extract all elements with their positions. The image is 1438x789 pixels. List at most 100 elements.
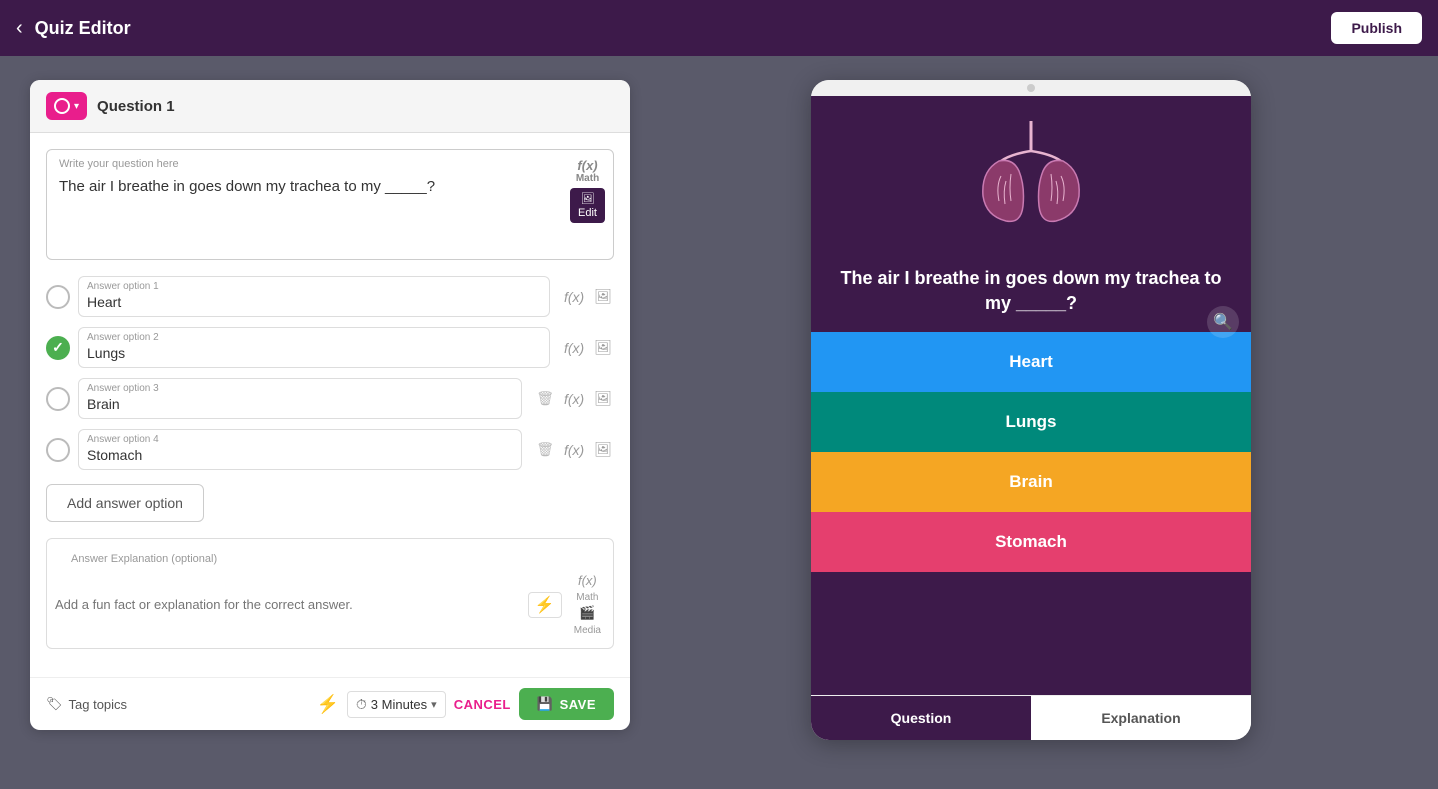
lungs-illustration — [971, 116, 1091, 236]
answer-options-list: Answer option 1 f(x) 🖼 Answer option 2 — [46, 276, 614, 470]
answer-option-3-label: Answer option 3 — [79, 379, 521, 394]
image-icon: 🖼 — [594, 339, 612, 355]
editor-panel: ▾ Question 1 Write your question here f(… — [30, 80, 630, 730]
tablet-tabs: Question Explanation — [811, 695, 1251, 740]
math-label: Math — [576, 173, 599, 184]
editor-header: ▾ Question 1 — [30, 80, 630, 133]
preview-answer-heart[interactable]: Heart — [811, 332, 1251, 392]
fx-button-4[interactable]: f(x) — [562, 440, 586, 460]
preview-panel: 🔍 The air I breathe in goes down my trac… — [654, 80, 1408, 740]
timer-label: 3 Minutes — [371, 697, 427, 712]
question-input-actions: f(x) Math 🖼 Edit — [570, 158, 605, 223]
answer-option-1-input[interactable] — [79, 292, 549, 316]
answer-option-row: Answer option 2 f(x) 🖼 — [46, 327, 614, 368]
back-button[interactable]: ‹ — [16, 17, 23, 40]
save-icon: 💾 — [537, 696, 554, 712]
answer-option-1-wrap: Answer option 1 — [78, 276, 550, 317]
save-button[interactable]: 💾 SAVE — [519, 688, 614, 720]
tab-question[interactable]: Question — [811, 696, 1031, 740]
preview-answer-lungs[interactable]: Lungs — [811, 392, 1251, 452]
explanation-actions: f(x)Math 🎬 Media — [570, 569, 605, 640]
image-button-1[interactable]: 🖼 — [592, 286, 614, 307]
answer-option-4-label: Answer option 4 — [79, 430, 521, 445]
answer-option-2-input[interactable] — [79, 343, 549, 367]
editor-body: Write your question here f(x) Math 🖼 Edi… — [30, 133, 630, 677]
tag-topics-label: Tag topics — [69, 697, 128, 712]
tab-explanation[interactable]: Explanation — [1031, 696, 1251, 740]
header-left: ‹ Quiz Editor — [16, 17, 131, 40]
answer-option-row: Answer option 1 f(x) 🖼 — [46, 276, 614, 317]
fx-icon: f(x) — [564, 340, 584, 356]
main-content: ▾ Question 1 Write your question here f(… — [0, 56, 1438, 789]
answer-option-3-wrap: Answer option 3 — [78, 378, 522, 419]
editor-footer: 🏷 Tag topics ⚡ ⏱ 3 Minutes ▾ CANCEL 💾 SA… — [30, 677, 630, 730]
fx-button-2[interactable]: f(x) — [562, 338, 586, 358]
tablet-notch-dot — [1027, 84, 1035, 92]
chevron-down-icon: ▾ — [74, 101, 79, 112]
image-icon: 🖼 — [594, 390, 612, 406]
answer-radio-1[interactable] — [46, 285, 70, 309]
publish-button[interactable]: Publish — [1331, 12, 1422, 44]
image-icon: 🖼 — [594, 441, 612, 457]
lightning-button[interactable]: ⚡ — [528, 592, 562, 618]
math-button[interactable]: f(x) Math — [576, 158, 599, 184]
fx-icon: f(x) — [564, 289, 584, 305]
image-button-3[interactable]: 🖼 — [592, 388, 614, 409]
preview-question-text: The air I breathe in goes down my trache… — [811, 256, 1251, 332]
quiz-answers: Heart Lungs Brain Stomach — [811, 332, 1251, 572]
cancel-button[interactable]: CANCEL — [454, 697, 511, 712]
footer-left: 🏷 Tag topics — [46, 696, 127, 712]
save-label: SAVE — [560, 697, 596, 712]
answer-option-row: Answer option 4 🗑 f(x) 🖼 — [46, 429, 614, 470]
tablet-notch — [811, 80, 1251, 96]
app-header: ‹ Quiz Editor Publish — [0, 0, 1438, 56]
fx-icon: f(x) — [564, 391, 584, 407]
explanation-label: Answer Explanation (optional) — [59, 545, 229, 565]
image-icon: 🖼 — [581, 192, 595, 205]
lightning-footer-icon: ⚡ — [316, 694, 338, 715]
tag-topics-button[interactable]: 🏷 Tag topics — [46, 696, 127, 712]
timer-select[interactable]: ⏱ 3 Minutes ▾ — [347, 691, 446, 718]
quiz-card: 🔍 The air I breathe in goes down my trac… — [811, 96, 1251, 695]
fx-icon: f(x) — [576, 158, 599, 173]
answer-option-1-label: Answer option 1 — [79, 277, 549, 292]
answer-option-2-wrap: Answer option 2 — [78, 327, 550, 368]
answer-option-2-label: Answer option 2 — [79, 328, 549, 343]
answer-option-2-icons: f(x) 🖼 — [562, 337, 614, 358]
add-answer-button[interactable]: Add answer option — [46, 484, 204, 522]
media-icon: 🎬 — [579, 605, 595, 620]
edit-image-button[interactable]: 🖼 Edit — [570, 188, 605, 223]
edit-label: Edit — [578, 207, 597, 219]
answer-option-4-input[interactable] — [79, 445, 521, 469]
answer-option-row: Answer option 3 🗑 f(x) 🖼 — [46, 378, 614, 419]
media-label: Media — [574, 625, 601, 636]
answer-option-4-wrap: Answer option 4 — [78, 429, 522, 470]
explanation-body: ⚡ f(x)Math 🎬 Media — [47, 565, 613, 648]
answer-radio-2[interactable] — [46, 336, 70, 360]
answer-option-1-icons: f(x) 🖼 — [562, 286, 614, 307]
answer-option-3-icons: 🗑 f(x) 🖼 — [534, 388, 614, 409]
answer-option-3-input[interactable] — [79, 394, 521, 418]
image-button-2[interactable]: 🖼 — [592, 337, 614, 358]
delete-button-4[interactable]: 🗑 — [534, 439, 556, 460]
quiz-image-area — [811, 96, 1251, 256]
tablet-frame: 🔍 The air I breathe in goes down my trac… — [811, 80, 1251, 740]
image-button-4[interactable]: 🖼 — [592, 439, 614, 460]
answer-radio-4[interactable] — [46, 438, 70, 462]
answer-radio-3[interactable] — [46, 387, 70, 411]
zoom-button[interactable]: 🔍 — [1207, 306, 1239, 338]
explanation-media-button[interactable]: 🎬 Media — [574, 605, 601, 636]
question-type-button[interactable]: ▾ — [46, 92, 87, 120]
preview-answer-brain[interactable]: Brain — [811, 452, 1251, 512]
fx-button-1[interactable]: f(x) — [562, 287, 586, 307]
answer-option-4-icons: 🗑 f(x) 🖼 — [534, 439, 614, 460]
explanation-fx-button[interactable]: f(x)Math — [576, 573, 598, 603]
footer-right: ⚡ ⏱ 3 Minutes ▾ CANCEL 💾 SAVE — [316, 688, 614, 720]
preview-answer-stomach[interactable]: Stomach — [811, 512, 1251, 572]
zoom-icon: 🔍 — [1213, 312, 1233, 332]
math-label: Math — [576, 592, 598, 603]
explanation-input[interactable] — [55, 597, 520, 612]
delete-button-3[interactable]: 🗑 — [534, 388, 556, 409]
question-input[interactable] — [47, 174, 613, 254]
fx-button-3[interactable]: f(x) — [562, 389, 586, 409]
